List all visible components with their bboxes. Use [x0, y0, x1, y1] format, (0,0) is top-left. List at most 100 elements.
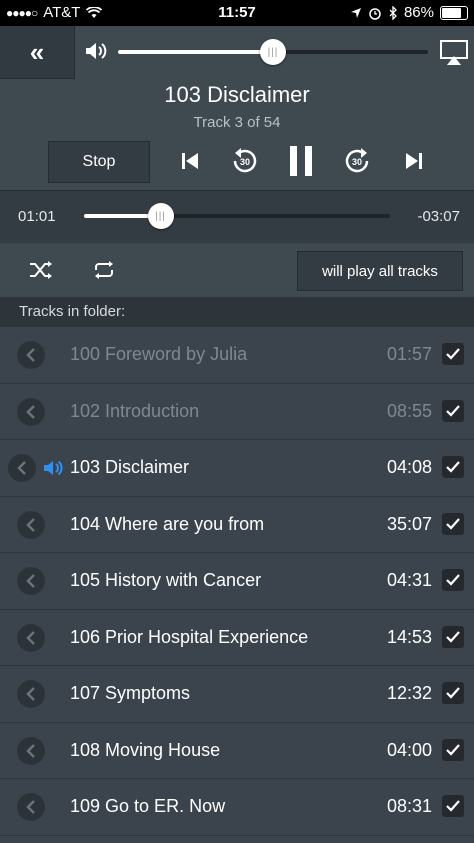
track-detail-button[interactable] — [17, 736, 45, 765]
track-duration: 04:08 — [386, 457, 432, 477]
track-checkbox[interactable] — [442, 682, 464, 704]
track-checkbox[interactable] — [442, 399, 464, 422]
track-name: 109 Go to ER. Now — [70, 796, 226, 816]
track-checkbox[interactable] — [442, 512, 464, 535]
play-mode-button[interactable]: will play all tracks — [297, 251, 463, 291]
track-row[interactable]: 108 Moving House 04:00 — [0, 722, 474, 779]
track-row[interactable]: 105 History with Cancer 04:31 — [0, 553, 474, 610]
chevron-left-icon — [26, 574, 35, 588]
skip-forward-30-button[interactable]: 30 — [342, 145, 372, 177]
chevron-left-icon — [26, 743, 35, 758]
bluetooth-icon — [389, 5, 397, 20]
playback-options: will play all tracks — [0, 243, 474, 297]
track-row[interactable]: 102 Introduction 08:55 — [0, 383, 474, 440]
stop-button[interactable]: Stop — [48, 141, 150, 183]
track-checkbox[interactable] — [442, 456, 464, 478]
chevron-left-icon — [26, 687, 35, 701]
battery-percent: 86% — [403, 4, 434, 21]
pause-button[interactable] — [286, 145, 316, 177]
status-bar: ●●●●○ AT&T 11:57 86% — [0, 0, 474, 26]
shuffle-icon[interactable] — [29, 260, 53, 280]
track-duration: 08:55 — [386, 400, 432, 421]
checkmark-icon — [446, 800, 460, 812]
track-row[interactable]: 103 Disclaimer 04:08 — [0, 440, 474, 497]
track-checkbox[interactable] — [442, 738, 464, 761]
track-detail-button[interactable] — [17, 397, 45, 426]
track-row[interactable]: 106 Prior Hospital Experience 14:53 — [0, 609, 474, 666]
track-detail-button[interactable] — [17, 680, 45, 708]
track-row[interactable]: 104 Where are you from 35:07 — [0, 496, 474, 553]
chevron-left-icon — [26, 630, 35, 645]
track-duration: 35:07 — [386, 513, 432, 534]
battery-icon — [440, 5, 468, 20]
track-duration: 08:31 — [386, 796, 432, 816]
track-name: 105 History with Cancer — [70, 570, 262, 590]
skip-back-30-button[interactable]: 30 — [230, 145, 260, 177]
track-checkbox[interactable] — [442, 625, 464, 648]
skip-forward-icon: 30 — [345, 148, 369, 173]
checkmark-icon — [446, 517, 460, 530]
chevron-left-icon — [17, 461, 26, 475]
pause-icon — [290, 146, 312, 176]
volume-slider[interactable]: ||| — [118, 39, 428, 65]
track-position: Track 3 of 54 — [193, 114, 281, 131]
track-checkbox[interactable] — [442, 343, 464, 365]
repeat-icon[interactable] — [92, 260, 116, 280]
airplay-icon[interactable] — [440, 40, 468, 66]
next-track-icon — [406, 153, 422, 169]
checkmark-icon — [446, 348, 460, 360]
track-detail-button[interactable] — [17, 341, 45, 369]
chevron-left-icon — [26, 404, 35, 419]
track-checkbox[interactable] — [442, 795, 464, 817]
chevron-left-icon — [26, 800, 35, 814]
now-playing-speaker-icon — [44, 460, 63, 476]
track-name: 108 Moving House — [70, 739, 221, 760]
chevron-left-icon — [26, 348, 35, 362]
next-track-button[interactable] — [400, 145, 428, 177]
progress-slider[interactable]: ||| — [84, 203, 390, 229]
track-duration: 04:31 — [386, 570, 432, 590]
track-name: 107 Symptoms — [70, 683, 191, 703]
track-duration: 12:32 — [386, 683, 432, 703]
track-detail-button[interactable] — [17, 793, 45, 821]
track-name: 102 Introduction — [70, 400, 200, 421]
elapsed-time: 01:01 — [18, 208, 56, 225]
checkmark-icon — [446, 687, 460, 699]
skip-forward-label: 30 — [352, 157, 362, 167]
location-arrow-icon — [350, 7, 361, 18]
track-detail-button[interactable] — [17, 567, 45, 595]
track-duration: 04:00 — [386, 739, 432, 760]
skip-back-icon: 30 — [233, 148, 257, 173]
track-row[interactable]: 100 Foreword by Julia 01:57 — [0, 327, 474, 384]
previous-track-button[interactable] — [176, 145, 204, 177]
back-button[interactable]: « — [0, 26, 75, 79]
volume-thumb[interactable]: ||| — [260, 39, 286, 65]
track-name: 104 Where are you from — [70, 513, 265, 534]
track-checkbox[interactable] — [442, 569, 464, 591]
skip-back-label: 30 — [240, 157, 250, 167]
checkmark-icon — [446, 461, 460, 473]
volume-fill — [118, 50, 273, 54]
chevron-left-icon — [26, 517, 35, 532]
status-right: 86% — [350, 4, 468, 21]
track-detail-button[interactable] — [17, 623, 45, 652]
alarm-icon — [369, 7, 381, 20]
track-name: 100 Foreword by Julia — [70, 344, 248, 364]
track-name: 106 Prior Hospital Experience — [70, 626, 309, 647]
track-detail-button[interactable] — [17, 510, 45, 539]
track-duration: 01:57 — [386, 344, 432, 364]
track-list: 100 Foreword by Julia 01:57 102 Introducti… — [0, 327, 474, 836]
player-header: « ||| 103 Disclaimer Track 3 of 54 Stop … — [0, 26, 474, 190]
track-duration: 14:53 — [386, 626, 432, 647]
checkmark-icon — [446, 574, 460, 586]
checkmark-icon — [446, 630, 460, 643]
track-name: 103 Disclaimer — [70, 457, 190, 477]
track-detail-button[interactable] — [8, 454, 36, 482]
track-row[interactable]: 109 Go to ER. Now 08:31 — [0, 779, 474, 836]
track-row[interactable]: 107 Symptoms 12:32 — [0, 666, 474, 723]
progress-thumb[interactable]: ||| — [147, 203, 174, 229]
previous-track-icon — [182, 153, 198, 169]
volume-icon — [86, 43, 107, 59]
playback-progress: 01:01 ||| -03:07 — [0, 190, 474, 244]
checkmark-icon — [446, 404, 460, 417]
